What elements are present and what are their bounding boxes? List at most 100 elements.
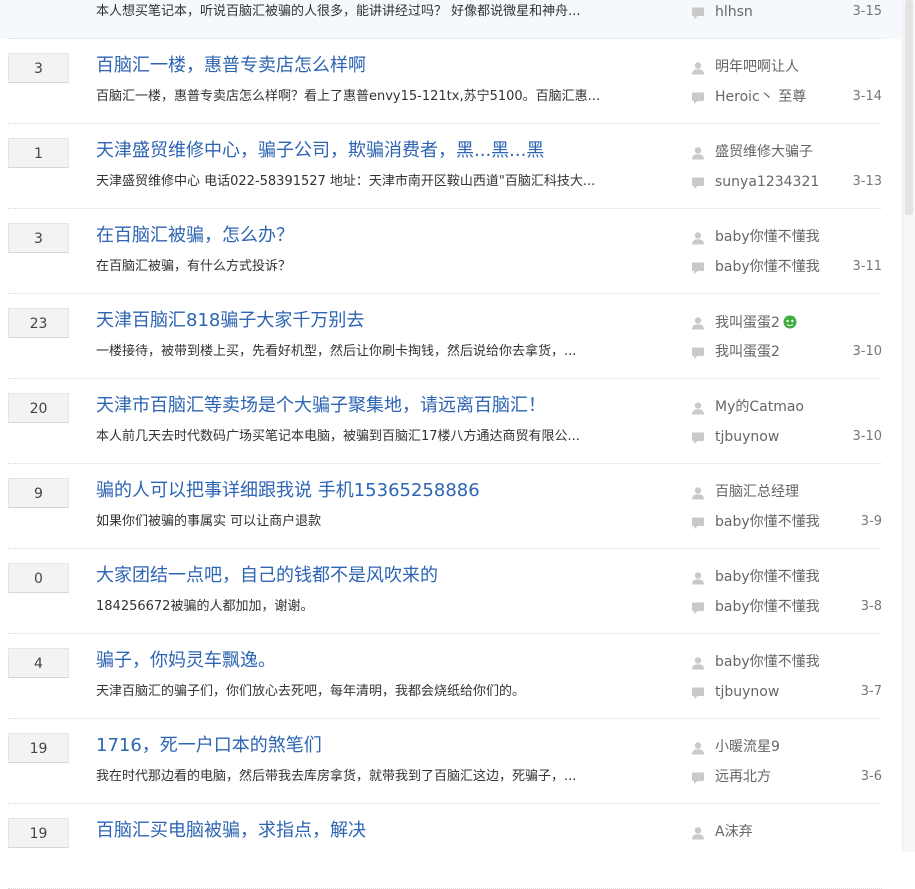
thread-excerpt: 百脑汇一楼，惠普专卖店怎么样啊？看上了惠普envy15-121tx,苏宁5100… xyxy=(96,89,601,104)
reply-count: 3 xyxy=(8,223,69,253)
row-divider xyxy=(8,293,882,294)
last-reply-date: 3-10 xyxy=(852,429,882,444)
speech-bubble-icon xyxy=(691,260,705,274)
thread-author[interactable]: 百脑汇总经理 xyxy=(715,483,799,501)
thread-author-name[interactable]: baby你懂不懂我 xyxy=(715,569,820,585)
thread-row: 4 骗子，你妈灵车飘逸。天津百脑汇的骗子们，你们放心去死吧，每年清明，我都会烧纸给… xyxy=(0,635,902,719)
reply-count: 3 xyxy=(8,53,69,83)
last-reply-date: 3-7 xyxy=(860,684,882,699)
thread-author[interactable]: baby你懂不懂我 xyxy=(715,653,820,671)
reply-count: 4 xyxy=(8,648,69,678)
thread-row: 20 天津市百脑汇等卖场是个大骗子聚集地，请远离百脑汇！ 本人前几天去时代数码广场买… xyxy=(0,380,902,464)
thread-author-name[interactable]: A沫弃 xyxy=(715,824,753,840)
last-replier[interactable]: baby你懂不懂我 xyxy=(715,513,820,531)
last-reply-date: 3-8 xyxy=(860,599,882,614)
thread-author[interactable]: baby你懂不懂我 xyxy=(715,228,820,246)
user-icon xyxy=(691,230,705,245)
thread-author-name[interactable]: baby你懂不懂我 xyxy=(715,229,820,245)
user-icon xyxy=(691,315,705,330)
last-replier[interactable]: tjbuynow xyxy=(715,683,779,701)
thread-author[interactable]: 盛贸维修大骗子 xyxy=(715,143,813,161)
reply-count: 20 xyxy=(8,393,69,423)
thread-title-link[interactable]: 天津盛贸维修中心，骗子公司，欺骗消费者，黑...黑...黑 xyxy=(96,139,544,163)
row-divider xyxy=(8,803,882,804)
last-reply-date: 3-15 xyxy=(852,4,882,19)
thread-author-name[interactable]: 我叫蛋蛋2 xyxy=(715,315,780,331)
user-icon xyxy=(691,740,705,755)
thread-title-link[interactable]: 天津百脑汇818骗子大家千万别去 xyxy=(96,309,364,333)
last-replier[interactable]: 我叫蛋蛋2 xyxy=(715,343,780,361)
speech-bubble-icon xyxy=(691,515,705,529)
thread-title-link[interactable]: 1716，死一户口本的煞笔们 xyxy=(96,734,322,758)
speech-bubble-icon xyxy=(691,345,705,359)
speech-bubble-icon xyxy=(691,430,705,444)
thread-excerpt: 天津百脑汇的骗子们，你们放心去死吧，每年清明，我都会烧纸给你们的。 xyxy=(96,684,526,699)
row-divider xyxy=(8,208,882,209)
last-reply-date: 3-11 xyxy=(852,259,882,274)
user-icon xyxy=(691,60,705,75)
thread-author[interactable]: 我叫蛋蛋2 xyxy=(715,313,798,332)
thread-author-name[interactable]: 小暖流星9 xyxy=(715,739,780,755)
thread-row: 本人想买笔记本，听说百脑汇被骗的人很多，能讲讲经过吗？ 好像都说微星和神舟...… xyxy=(0,0,902,39)
speech-bubble-icon xyxy=(691,90,705,104)
thread-title-link[interactable]: 大家团结一点吧，自己的钱都不是风吹来的 xyxy=(96,564,438,588)
last-replier[interactable]: Heroic丶 至尊 xyxy=(715,88,806,106)
thread-list: 本人想买笔记本，听说百脑汇被骗的人很多，能讲讲经过吗？ 好像都说微星和神舟...… xyxy=(0,0,902,889)
reply-count: 9 xyxy=(8,478,69,508)
thread-author[interactable]: 明年吧啊让人 xyxy=(715,58,799,76)
row-divider xyxy=(8,378,882,379)
last-reply-date: 3-10 xyxy=(852,344,882,359)
user-icon xyxy=(691,825,705,840)
thread-author[interactable]: A沫弃 xyxy=(715,823,753,841)
green-face-icon xyxy=(782,313,798,329)
last-replier[interactable]: sunya1234321 xyxy=(715,173,819,191)
thread-row: 3 在百脑汇被骗，怎么办？ 在百脑汇被骗，有什么方式投诉？ baby你懂不懂我 baby… xyxy=(0,210,902,294)
thread-title-link[interactable]: 百脑汇买电脑被骗，求指点，解决 xyxy=(96,819,366,843)
thread-row: 19 1716，死一户口本的煞笔们我在时代那边看的电脑，然后带我去库房拿货，就带我… xyxy=(0,720,902,804)
thread-author-name[interactable]: baby你懂不懂我 xyxy=(715,654,820,670)
thread-row: 3 百脑汇一楼，惠普专卖店怎么样啊百脑汇一楼，惠普专卖店怎么样啊？看上了惠普env… xyxy=(0,40,902,124)
user-icon xyxy=(691,655,705,670)
thread-excerpt: 本人想买笔记本，听说百脑汇被骗的人很多，能讲讲经过吗？ 好像都说微星和神舟... xyxy=(96,4,581,19)
last-reply-date: 3-9 xyxy=(860,514,882,529)
speech-bubble-icon xyxy=(691,685,705,699)
thread-author[interactable]: baby你懂不懂我 xyxy=(715,568,820,586)
row-divider xyxy=(8,123,882,124)
scrollbar-thumb[interactable] xyxy=(905,0,913,215)
row-divider xyxy=(8,633,882,634)
reply-count: 0 xyxy=(8,563,69,593)
row-divider xyxy=(8,718,882,719)
reply-count: 19 xyxy=(8,733,69,763)
row-divider xyxy=(8,463,882,464)
thread-excerpt: 在百脑汇被骗，有什么方式投诉？ xyxy=(96,259,292,274)
thread-title-link[interactable]: 天津市百脑汇等卖场是个大骗子聚集地，请远离百脑汇！ xyxy=(96,394,546,418)
thread-title-link[interactable]: 骗的人可以把事详细跟我说 手机15365258886 xyxy=(96,479,480,503)
last-reply-date: 3-6 xyxy=(860,769,882,784)
thread-row: 19 百脑汇买电脑被骗，求指点，解决 A沫弃 xyxy=(0,805,902,889)
thread-author[interactable]: My的Catmao xyxy=(715,398,804,416)
thread-author-name[interactable]: 百脑汇总经理 xyxy=(715,484,799,500)
last-reply-date: 3-13 xyxy=(852,174,882,189)
thread-title-link[interactable]: 百脑汇一楼，惠普专卖店怎么样啊 xyxy=(96,54,366,78)
thread-excerpt: 一楼接待，被带到楼上买，先看好机型，然后让你刷卡掏钱，然后说给你去拿货，... xyxy=(96,344,577,359)
user-icon xyxy=(691,145,705,160)
thread-excerpt: 本人前几天去时代数码广场买笔记本电脑，被骗到百脑汇17楼八方通达商贸有限公... xyxy=(96,429,580,444)
thread-row: 9 骗的人可以把事详细跟我说 手机15365258886 如果你们被骗的事属实 可以… xyxy=(0,465,902,549)
thread-author-name[interactable]: 明年吧啊让人 xyxy=(715,59,799,75)
last-replier[interactable]: tjbuynow xyxy=(715,428,779,446)
speech-bubble-icon xyxy=(691,175,705,189)
speech-bubble-icon xyxy=(691,600,705,614)
last-replier[interactable]: hlhsn xyxy=(715,3,753,21)
thread-title-link[interactable]: 骗子，你妈灵车飘逸。 xyxy=(96,649,276,673)
user-icon xyxy=(691,485,705,500)
user-icon xyxy=(691,570,705,585)
thread-author[interactable]: 小暖流星9 xyxy=(715,738,780,756)
thread-author-name[interactable]: My的Catmao xyxy=(715,399,804,415)
speech-bubble-icon xyxy=(691,5,705,19)
thread-author-name[interactable]: 盛贸维修大骗子 xyxy=(715,144,813,160)
thread-excerpt: 我在时代那边看的电脑，然后带我去库房拿货，就带我到了百脑汇这边，死骗子，... xyxy=(96,769,577,784)
last-replier[interactable]: baby你懂不懂我 xyxy=(715,598,820,616)
last-replier[interactable]: baby你懂不懂我 xyxy=(715,258,820,276)
thread-title-link[interactable]: 在百脑汇被骗，怎么办？ xyxy=(96,224,294,248)
last-replier[interactable]: 远再北方 xyxy=(715,768,771,786)
